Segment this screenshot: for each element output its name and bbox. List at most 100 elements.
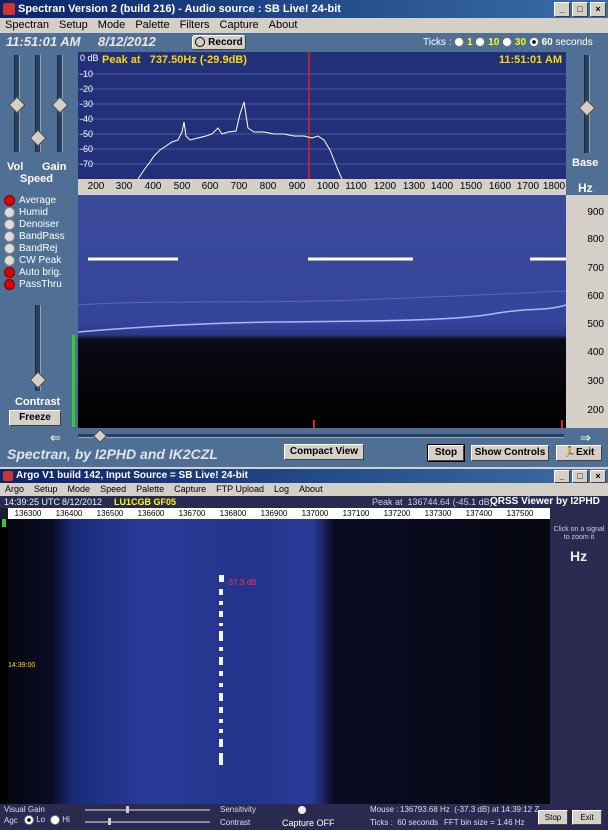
argo-left-gutter — [0, 519, 8, 804]
contrast-thumb[interactable] — [108, 818, 111, 825]
menu-palette[interactable]: Palette — [131, 483, 169, 496]
db-tick: -30 — [80, 99, 94, 109]
close-icon[interactable]: × — [590, 470, 606, 483]
waterfall-display[interactable] — [78, 195, 566, 428]
argo-titlebar: Argo V1 build 142, Input Source = SB Liv… — [0, 469, 608, 483]
sensitivity-label: Sensitivity — [220, 805, 257, 814]
spectrum-time: 11:51:01 AM — [498, 54, 562, 66]
freq-tick: 137100 — [342, 509, 370, 518]
menu-capture[interactable]: Capture — [169, 483, 211, 496]
gain-slider-thumb[interactable] — [51, 96, 69, 114]
argo-window: Argo V1 build 142, Input Source = SB Liv… — [0, 469, 608, 830]
argo-stop-button[interactable]: Stop — [538, 810, 568, 825]
freq-tick: 137200 — [383, 509, 411, 518]
option-denoiser[interactable]: Denoiser — [4, 218, 65, 230]
agc-hi-radio[interactable]: Hi — [50, 815, 70, 825]
contrast-slider-thumb[interactable] — [29, 371, 47, 389]
freq-tick: 1200 — [373, 181, 397, 192]
menu-filters[interactable]: Filters — [175, 18, 215, 33]
argo-menubar: Argo Setup Mode Speed Palette Capture FT… — [0, 483, 608, 496]
freq-tick: 700 — [230, 181, 248, 192]
argo-peak: Peak at 136744.64 (-45.1 dB) — [372, 497, 493, 507]
menu-about[interactable]: About — [264, 18, 303, 33]
freq-tick: 1400 — [430, 181, 454, 192]
ticks-radio-30[interactable] — [502, 37, 513, 48]
ticks-radio-1[interactable] — [454, 37, 465, 48]
option-auto-brig[interactable]: Auto brig. — [4, 266, 65, 278]
contrast-slider[interactable] — [85, 821, 210, 823]
argo-right-panel: Click on a signal to zoom it Hz — [550, 508, 608, 804]
mouse-label: Mouse : — [370, 805, 399, 814]
option-list: Average Humid Denoiser BandPass BandRej … — [4, 194, 65, 290]
record-button[interactable]: Record — [192, 35, 246, 50]
menu-setup[interactable]: Setup — [54, 18, 93, 33]
freq-tick: 136800 — [219, 509, 247, 518]
waterfall-axis: 900 800 700 600 500 400 300 200 — [566, 195, 608, 428]
ticks-radio-10[interactable] — [475, 37, 486, 48]
menu-speed[interactable]: Speed — [95, 483, 131, 496]
menu-palette[interactable]: Palette — [130, 18, 174, 33]
vol-slider-thumb[interactable] — [8, 96, 26, 114]
radio-icon — [4, 278, 15, 290]
option-bandrej[interactable]: BandRej — [4, 242, 65, 254]
menu-argo[interactable]: Argo — [0, 483, 29, 496]
base-slider-thumb[interactable] — [578, 99, 596, 117]
frequency-scroll-thumb[interactable] — [92, 428, 108, 444]
scroll-left-icon[interactable]: ⇐ — [50, 430, 61, 446]
option-bandpass[interactable]: BandPass — [4, 230, 65, 242]
show-controls-button[interactable]: Show Controls — [471, 445, 549, 461]
menu-about[interactable]: About — [294, 483, 328, 496]
spectran-titlebar: Spectran Version 2 (build 216) - Audio s… — [0, 0, 608, 18]
menu-setup[interactable]: Setup — [29, 483, 63, 496]
radio-icon — [4, 254, 15, 266]
argo-exit-button[interactable]: Exit — [572, 810, 602, 825]
hz-label: Hz — [578, 181, 593, 195]
spectran-menubar: Spectran Setup Mode Palette Filters Capt… — [0, 18, 608, 33]
freeze-button[interactable]: Freeze — [9, 410, 61, 426]
sensitivity-thumb[interactable] — [126, 806, 129, 813]
stop-button[interactable]: Stop — [427, 444, 465, 462]
contrast-label: Contrast — [220, 818, 251, 827]
ticks-radio-60[interactable] — [528, 37, 539, 48]
maximize-icon[interactable]: □ — [572, 470, 588, 483]
close-icon[interactable]: × — [590, 2, 606, 17]
freq-tick: 137400 — [465, 509, 493, 518]
maximize-icon[interactable]: □ — [572, 2, 588, 17]
option-humid[interactable]: Humid — [4, 206, 65, 218]
db-unit-label: 0 dB — [80, 53, 99, 63]
menu-capture[interactable]: Capture — [215, 18, 264, 33]
minimize-icon[interactable]: _ — [554, 2, 570, 17]
spectrum-display[interactable]: 0 dB -10 -20 -30 -40 -50 -60 -70 Peak at… — [78, 52, 566, 179]
gain-label: Gain — [42, 161, 67, 173]
waterfall-tick: 200 — [587, 405, 604, 416]
menu-mode[interactable]: Mode — [63, 483, 96, 496]
menu-mode[interactable]: Mode — [93, 18, 131, 33]
option-cw-peak[interactable]: CW Peak — [4, 254, 65, 266]
frequency-axis: 200 300 400 500 600 700 800 900 1000 110… — [78, 179, 566, 195]
agc-lo-radio[interactable]: Lo — [24, 815, 45, 825]
speed-slider-thumb[interactable] — [29, 129, 47, 147]
qrss-waterfall[interactable]: -37.3 dB 14:39:00 — [8, 519, 550, 804]
option-average[interactable]: Average — [4, 194, 65, 206]
agc-label: Agc — [4, 816, 18, 825]
exit-button[interactable]: 🏃Exit — [556, 445, 602, 461]
capture-indicator-icon[interactable] — [298, 806, 306, 814]
freq-tick: 136600 — [137, 509, 165, 518]
frequency-scroll-track[interactable] — [78, 434, 564, 438]
radio-icon — [4, 218, 15, 230]
minimize-icon[interactable]: _ — [554, 470, 570, 483]
menu-spectran[interactable]: Spectran — [0, 18, 54, 33]
option-passthru[interactable]: PassThru — [4, 278, 65, 290]
freq-tick: 600 — [201, 181, 219, 192]
compact-view-button[interactable]: Compact View — [284, 444, 364, 460]
utc-time: 14:39:25 UTC — [4, 497, 61, 507]
scroll-right-icon[interactable]: ⇒ — [580, 430, 591, 446]
freq-tick: 1300 — [402, 181, 426, 192]
window-title: Argo V1 build 142, Input Source = SB Liv… — [16, 470, 248, 481]
menu-log[interactable]: Log — [269, 483, 294, 496]
freq-tick: 137500 — [506, 509, 534, 518]
sensitivity-slider[interactable] — [85, 809, 210, 811]
argo-frequency-axis: 136300 136400 136500 136600 136700 13680… — [8, 508, 550, 519]
waterfall-tick: 900 — [587, 207, 604, 218]
menu-ftp-upload[interactable]: FTP Upload — [211, 483, 269, 496]
